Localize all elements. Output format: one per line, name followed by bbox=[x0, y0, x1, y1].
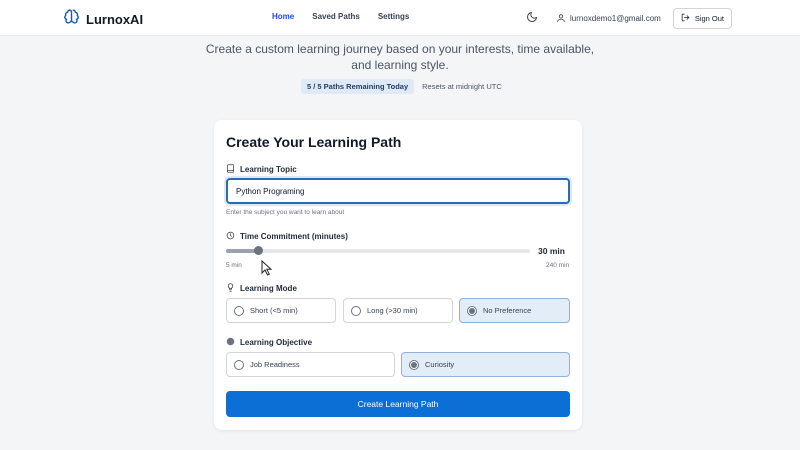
moon-icon[interactable] bbox=[526, 10, 538, 28]
user-email: lurnoxdemo1@gmail.com bbox=[569, 14, 661, 23]
subtitle-line-2: and learning style. bbox=[351, 58, 449, 72]
nav-link-saved-paths[interactable]: Saved Paths bbox=[312, 12, 360, 21]
create-path-button[interactable]: Create Learning Path bbox=[226, 391, 570, 417]
top-navbar: LurnoxAI Home Saved Paths Settings lurno… bbox=[0, 0, 800, 36]
user-info: lurnoxdemo1@gmail.com bbox=[556, 13, 661, 25]
time-max-label: 240 min bbox=[546, 262, 570, 269]
reset-note: Resets at midnight UTC bbox=[422, 82, 502, 91]
radio-icon bbox=[351, 305, 361, 316]
clock-icon bbox=[226, 231, 235, 242]
objective-label: Learning Objective bbox=[226, 337, 312, 348]
target-icon bbox=[226, 337, 235, 348]
subtitle-line-1: Create a custom learning journey based o… bbox=[205, 42, 595, 56]
mode-option-short[interactable]: Short (<5 min) bbox=[226, 298, 336, 323]
lightbulb-icon bbox=[226, 283, 235, 294]
mode-label: Learning Mode bbox=[226, 283, 297, 294]
mouse-cursor-icon bbox=[261, 259, 273, 281]
quota-badge: 5 / 5 Paths Remaining Today bbox=[301, 79, 415, 94]
brain-icon bbox=[63, 8, 80, 30]
mode-option-long[interactable]: Long (>30 min) bbox=[343, 298, 453, 323]
user-icon bbox=[556, 13, 566, 25]
quota-row: 5 / 5 Paths Remaining Today Resets at mi… bbox=[301, 79, 502, 94]
nav-link-settings[interactable]: Settings bbox=[378, 12, 410, 21]
page-subtitle: Create a custom learning journey based o… bbox=[200, 41, 600, 73]
brand[interactable]: LurnoxAI bbox=[63, 8, 143, 30]
logout-icon bbox=[681, 13, 690, 24]
form-title: Create Your Learning Path bbox=[226, 134, 402, 150]
sign-out-button[interactable]: Sign Out bbox=[672, 8, 732, 29]
brand-name: LurnoxAI bbox=[86, 11, 144, 27]
slider-thumb[interactable] bbox=[254, 246, 264, 255]
objective-option-curiosity[interactable]: Curiosity bbox=[401, 352, 570, 377]
main-nav: Home Saved Paths Settings bbox=[272, 12, 409, 21]
radio-icon bbox=[234, 305, 244, 316]
sign-out-label: Sign Out bbox=[694, 14, 724, 23]
objective-option-job-readiness[interactable]: Job Readiness bbox=[226, 352, 395, 377]
time-label: Time Commitment (minutes) bbox=[226, 231, 348, 242]
topic-input[interactable] bbox=[226, 178, 570, 204]
book-icon bbox=[226, 164, 235, 175]
time-min-label: 5 min bbox=[226, 262, 242, 269]
radio-icon bbox=[234, 359, 244, 370]
mode-option-no-preference[interactable]: No Preference bbox=[459, 298, 570, 323]
topic-label: Learning Topic bbox=[226, 164, 297, 175]
radio-selected-icon bbox=[409, 359, 419, 370]
topic-hint: Enter the subject you want to learn abou… bbox=[226, 209, 345, 216]
radio-selected-icon bbox=[467, 305, 477, 316]
nav-right: lurnoxdemo1@gmail.com Sign Out bbox=[526, 8, 732, 29]
time-value: 30 min bbox=[538, 246, 565, 256]
nav-link-home[interactable]: Home bbox=[272, 12, 294, 21]
time-slider[interactable] bbox=[226, 246, 530, 255]
